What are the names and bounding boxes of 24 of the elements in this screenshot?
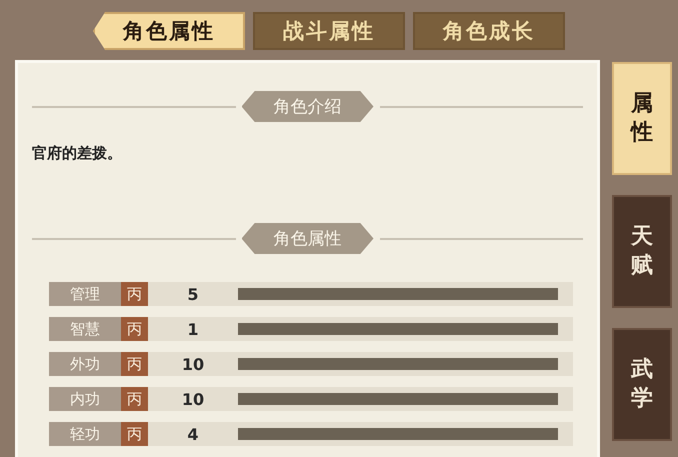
- section-title: 角色介绍: [242, 91, 374, 122]
- side-tab[interactable]: 天赋: [612, 195, 672, 308]
- section-title: 角色属性: [242, 223, 374, 254]
- grade-badge: 丙: [121, 352, 148, 376]
- attribute-name: 外功: [49, 352, 121, 376]
- side-tab[interactable]: 属性: [612, 62, 672, 175]
- attribute-name: 智慧: [49, 317, 121, 341]
- attribute-value: 5: [186, 284, 200, 304]
- description: 官府的差拨。: [32, 144, 123, 163]
- side-tab[interactable]: 武学: [612, 328, 672, 441]
- attribute-name: 内功: [49, 387, 121, 411]
- attribute-value: 10: [180, 354, 206, 374]
- tab[interactable]: 角色成长: [413, 12, 565, 50]
- attribute-value: 4: [186, 424, 200, 444]
- grade-badge: 丙: [121, 317, 148, 341]
- tab[interactable]: 角色属性: [93, 12, 245, 50]
- grade-badge: 丙: [121, 387, 148, 411]
- attribute-name: 管理: [49, 282, 121, 306]
- attribute-value: 10: [180, 390, 206, 408]
- grade-badge: 丙: [121, 422, 148, 446]
- grade-badge: 丙: [121, 282, 148, 306]
- attribute-name: 轻功: [49, 422, 121, 446]
- tab[interactable]: 战斗属性: [253, 12, 405, 50]
- attribute-value: 1: [186, 320, 200, 338]
